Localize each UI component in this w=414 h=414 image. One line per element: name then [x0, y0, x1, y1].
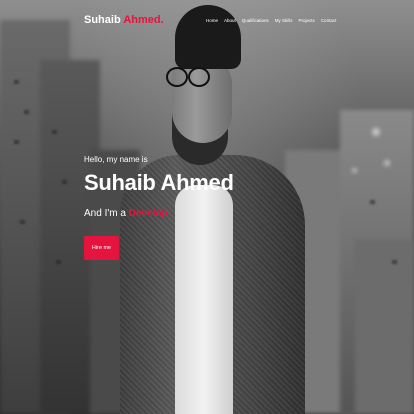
- background-building: [355, 240, 414, 414]
- hero-greeting: Hello, my name is: [84, 155, 148, 164]
- building-window: [20, 220, 25, 224]
- hero-role-prefix: And I'm a: [84, 208, 126, 219]
- hero-role: And I'm a Develop: [84, 208, 168, 219]
- building-window: [62, 180, 67, 184]
- building-window: [392, 260, 397, 264]
- hero-background: [0, 0, 414, 414]
- nav-link-about[interactable]: About: [224, 18, 236, 23]
- building-window: [14, 140, 19, 144]
- building-window: [24, 110, 29, 114]
- nav-link-home[interactable]: Home: [206, 18, 218, 23]
- building-window: [14, 80, 19, 84]
- hero-name: Suhaib Ahmed: [84, 170, 234, 195]
- site-logo[interactable]: Suhaib Ahmed.: [84, 14, 164, 26]
- logo-first-name: Suhaib: [84, 14, 121, 26]
- glasses-icon: [166, 67, 224, 87]
- building-window: [370, 200, 375, 204]
- top-navbar: Suhaib Ahmed. Home About Qualifications …: [0, 0, 414, 44]
- portrait-shirt: [175, 185, 233, 414]
- city-light: [372, 128, 380, 136]
- nav-link-contact[interactable]: Contact: [321, 18, 337, 23]
- hero-role-typed: Develop: [128, 208, 168, 219]
- nav-link-skills[interactable]: My Skills: [275, 18, 293, 23]
- building-window: [56, 260, 61, 264]
- nav-menu: Home About Qualifications My Skills Proj…: [206, 18, 336, 23]
- city-light: [352, 168, 357, 173]
- building-window: [52, 130, 57, 134]
- city-light: [384, 160, 390, 166]
- hire-me-button[interactable]: Hire me: [84, 236, 119, 260]
- nav-link-projects[interactable]: Projects: [299, 18, 315, 23]
- nav-link-qualifications[interactable]: Qualifications: [242, 18, 269, 23]
- logo-last-name: Ahmed.: [123, 14, 164, 26]
